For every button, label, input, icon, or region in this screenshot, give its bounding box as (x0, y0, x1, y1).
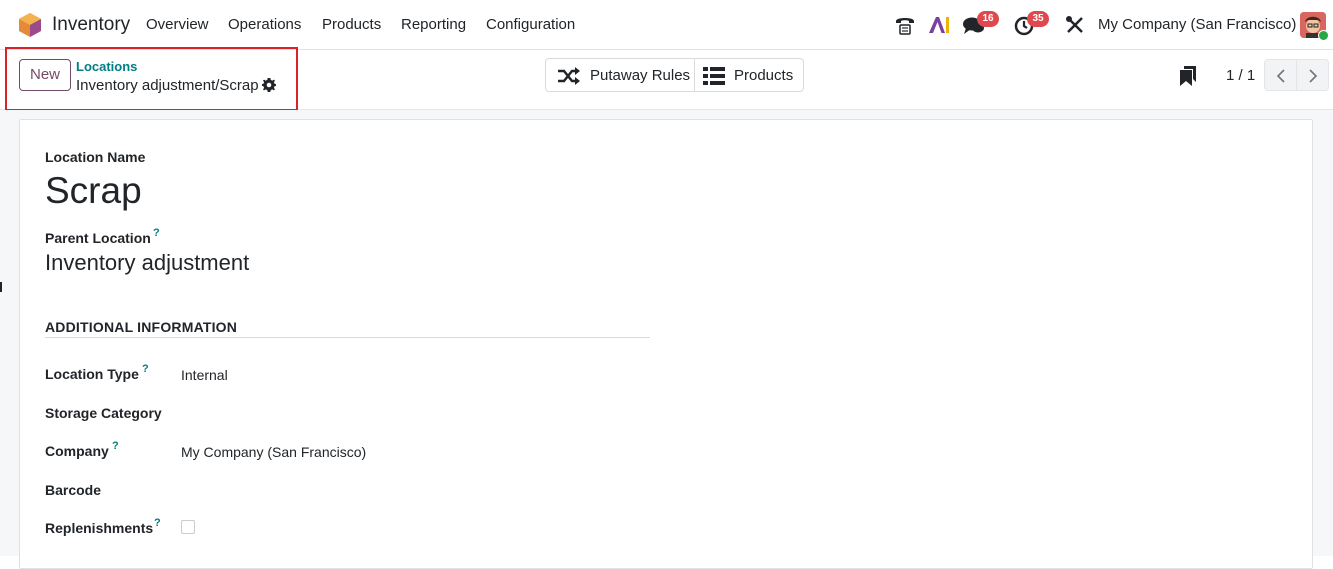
putaway-rules-button[interactable]: Putaway Rules (545, 58, 695, 92)
ai-icon[interactable] (927, 13, 951, 37)
edge-marker (0, 282, 2, 292)
menu-configuration[interactable]: Configuration (486, 16, 575, 33)
replenishments-label: Replenishments (45, 520, 154, 536)
parent-location-value[interactable]: Inventory adjustment (45, 250, 249, 276)
highlight-annotation (5, 47, 298, 111)
top-navbar: Inventory Overview Operations Products R… (0, 0, 1333, 50)
location-type-value[interactable]: Internal (181, 367, 228, 383)
menu-operations[interactable]: Operations (228, 16, 301, 33)
menu-products[interactable]: Products (322, 16, 381, 33)
section-additional-information: ADDITIONAL INFORMATION (45, 319, 238, 335)
location-type-help-icon[interactable]: ? (142, 363, 149, 375)
company-help-icon[interactable]: ? (112, 440, 119, 452)
putaway-rules-label: Putaway Rules (590, 67, 691, 84)
chevron-left-icon (1276, 69, 1285, 83)
pager-next-button[interactable] (1296, 59, 1329, 91)
tools-icon[interactable] (1063, 13, 1087, 37)
parent-location-label: Parent Location (45, 230, 151, 246)
list-icon (703, 67, 725, 85)
inventory-app-icon[interactable] (19, 13, 41, 37)
parent-location-help-icon[interactable]: ? (153, 227, 160, 239)
form-sheet (19, 119, 1313, 569)
barcode-label: Barcode (45, 482, 102, 498)
bookmark-icon[interactable] (1179, 66, 1197, 86)
menu-overview[interactable]: Overview (146, 16, 209, 33)
location-name-label: Location Name (45, 149, 146, 165)
section-divider (45, 337, 650, 338)
location-type-label: Location Type (45, 366, 139, 382)
activity-badge: 35 (1027, 11, 1049, 27)
chat-badge: 16 (977, 11, 999, 27)
company-value[interactable]: My Company (San Francisco) (181, 444, 366, 460)
products-button[interactable]: Products (694, 58, 804, 92)
products-label: Products (734, 67, 794, 84)
location-name-value[interactable]: Scrap (45, 170, 142, 212)
replenishments-checkbox[interactable] (181, 520, 195, 534)
online-status-dot (1318, 30, 1329, 41)
menu-reporting[interactable]: Reporting (401, 16, 466, 33)
app-name[interactable]: Inventory (52, 14, 130, 36)
pager-value[interactable]: 1 / 1 (1226, 67, 1255, 84)
chevron-right-icon (1309, 69, 1318, 83)
company-switcher[interactable]: My Company (San Francisco) (1098, 16, 1296, 33)
storage-category-label: Storage Category (45, 405, 162, 421)
replenishments-help-icon[interactable]: ? (154, 517, 161, 529)
pager-previous-button[interactable] (1264, 59, 1297, 91)
company-label: Company (45, 443, 109, 459)
phone-icon[interactable] (893, 13, 917, 37)
shuffle-icon (558, 67, 580, 85)
